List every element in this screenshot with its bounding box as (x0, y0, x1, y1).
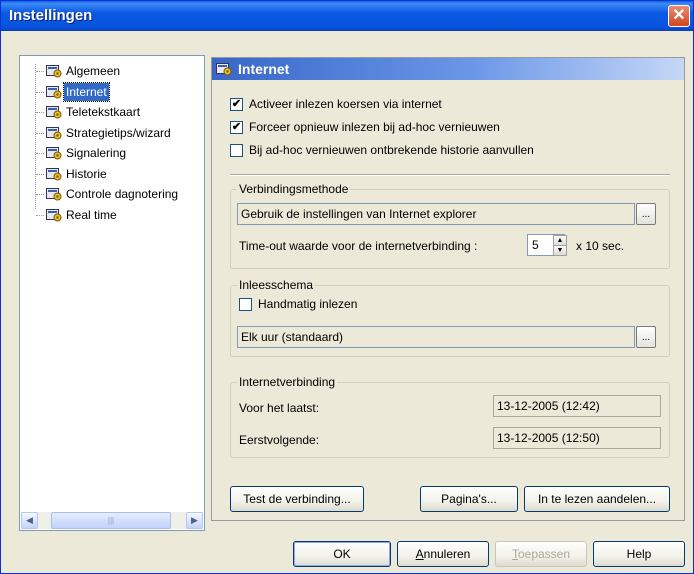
next-connection-value: 13-12-2005 (12:50) (493, 427, 661, 449)
settings-folder-icon (46, 167, 62, 180)
chevron-right-icon: ▶ (191, 515, 198, 525)
tree-item[interactable]: Teletekstkaart (20, 103, 204, 121)
option-label: Bij ad-hoc vernieuwen ontbrekende histor… (249, 143, 534, 157)
stocks-to-read-button[interactable]: In te lezen aandelen... (524, 486, 670, 512)
test-connection-button[interactable]: Test de verbinding... (230, 486, 364, 512)
settings-dialog: Instellingen ✕ Algemeen Internet Teletekst… (0, 0, 694, 574)
close-button[interactable]: ✕ (668, 5, 690, 27)
internet-settings-panel: Internet ✔ Activeer inlezen koersen via i… (211, 57, 685, 521)
help-button[interactable]: Help (593, 541, 685, 567)
option-row[interactable]: ✔ Activeer inlezen koersen via internet (230, 96, 650, 112)
next-connection-label: Eerstvolgende: (239, 433, 320, 447)
tree-item-label: Signalering (66, 146, 127, 160)
scroll-left-button[interactable]: ◀ (21, 512, 38, 529)
settings-folder-icon (46, 147, 62, 160)
tree-item[interactable]: Strategietips/wizard (20, 124, 204, 142)
tree-item[interactable]: Algemeen (20, 62, 204, 80)
manual-read-label: Handmatig inlezen (258, 297, 358, 311)
timeout-unit: x 10 sec. (576, 239, 625, 253)
connection-browse-button[interactable]: ... (636, 203, 656, 225)
last-connection-label: Voor het laatst: (239, 401, 320, 415)
settings-folder-icon (46, 106, 62, 119)
settings-folder-icon (216, 63, 232, 76)
tree-item-label: Teletekstkaart (66, 105, 141, 119)
panel-title: Internet (238, 61, 290, 77)
settings-folder-icon (46, 65, 62, 78)
connection-method-legend: Verbindingsmethode (237, 182, 351, 196)
cancel-label-rest: nnuleren (423, 547, 471, 561)
option-checkbox[interactable]: ✔ (230, 121, 243, 134)
option-label: Activeer inlezen koersen via internet (249, 97, 442, 111)
option-label: Forceer opnieuw inlezen bij ad-hoc verni… (249, 120, 500, 134)
option-row[interactable]: Bij ad-hoc vernieuwen ontbrekende histor… (230, 142, 650, 158)
horizontal-scrollbar[interactable]: ◀ ||| ▶ (21, 512, 203, 529)
timeout-decrease-button[interactable]: ▼ (553, 245, 567, 256)
tree-item-label: Controle dagnotering (66, 187, 179, 201)
apply-label-rest: oepassen (517, 547, 571, 561)
last-connection-value: 13-12-2005 (12:42) (493, 395, 661, 417)
tree-item-label: Internet (63, 81, 110, 102)
apply-button[interactable]: Toepassen (495, 541, 587, 567)
option-checkbox[interactable] (230, 144, 243, 157)
manual-read-checkbox[interactable] (239, 298, 252, 311)
window-title: Instellingen (9, 7, 93, 24)
divider (230, 174, 670, 176)
panel-header: Internet (212, 58, 684, 80)
tree-item[interactable]: Real time (20, 206, 204, 224)
manual-read-option[interactable]: Handmatig inlezen (239, 296, 539, 312)
tree-item[interactable]: Internet (20, 81, 204, 102)
settings-folder-icon (46, 208, 62, 221)
settings-folder-icon (46, 126, 62, 139)
connection-method-field: Gebruik de instellingen van Internet exp… (237, 203, 635, 225)
tree-item[interactable]: Historie (20, 165, 204, 183)
pages-button[interactable]: Pagina's... (420, 486, 518, 512)
scroll-right-button[interactable]: ▶ (186, 512, 203, 529)
schedule-group: Inleesschema Handmatig inlezen Elk uur (… (230, 278, 670, 357)
internet-connection-legend: Internetverbinding (237, 375, 338, 389)
title-bar[interactable]: Instellingen ✕ (1, 1, 693, 31)
chevron-left-icon: ◀ (26, 515, 33, 525)
ok-button[interactable]: OK (293, 541, 391, 567)
scroll-thumb[interactable]: ||| (51, 512, 171, 529)
arrow-up-icon: ▲ (556, 237, 564, 244)
settings-folder-icon (46, 188, 62, 201)
tree-item-label: Algemeen (66, 64, 121, 78)
option-row[interactable]: ✔ Forceer opnieuw inlezen bij ad-hoc vern… (230, 119, 650, 135)
option-checkbox[interactable]: ✔ (230, 98, 243, 111)
tree-item[interactable]: Controle dagnotering (20, 185, 204, 203)
tree-item-label: Strategietips/wizard (66, 125, 171, 140)
schedule-browse-button[interactable]: ... (636, 326, 656, 348)
schedule-legend: Inleesschema (237, 278, 316, 292)
connection-method-group: Verbindingsmethode Gebruik de instelling… (230, 182, 670, 269)
timeout-label: Time-out waarde voor de internetverbindi… (239, 239, 478, 253)
arrow-down-icon: ▼ (556, 247, 564, 254)
cancel-button[interactable]: Annuleren (397, 541, 489, 567)
settings-tree[interactable]: Algemeen Internet Teletekstkaart Strategiet… (19, 55, 205, 531)
tree-item-label: Real time (66, 207, 117, 222)
tree-item-label: Historie (66, 166, 107, 181)
cancel-accelerator: A (415, 547, 424, 561)
tree-item[interactable]: Signalering (20, 144, 204, 162)
close-icon: ✕ (672, 7, 686, 24)
settings-folder-icon (46, 85, 62, 98)
schedule-field: Elk uur (standaard) (237, 326, 635, 348)
internet-connection-group: Internetverbinding Voor het laatst: 13-1… (230, 375, 670, 458)
